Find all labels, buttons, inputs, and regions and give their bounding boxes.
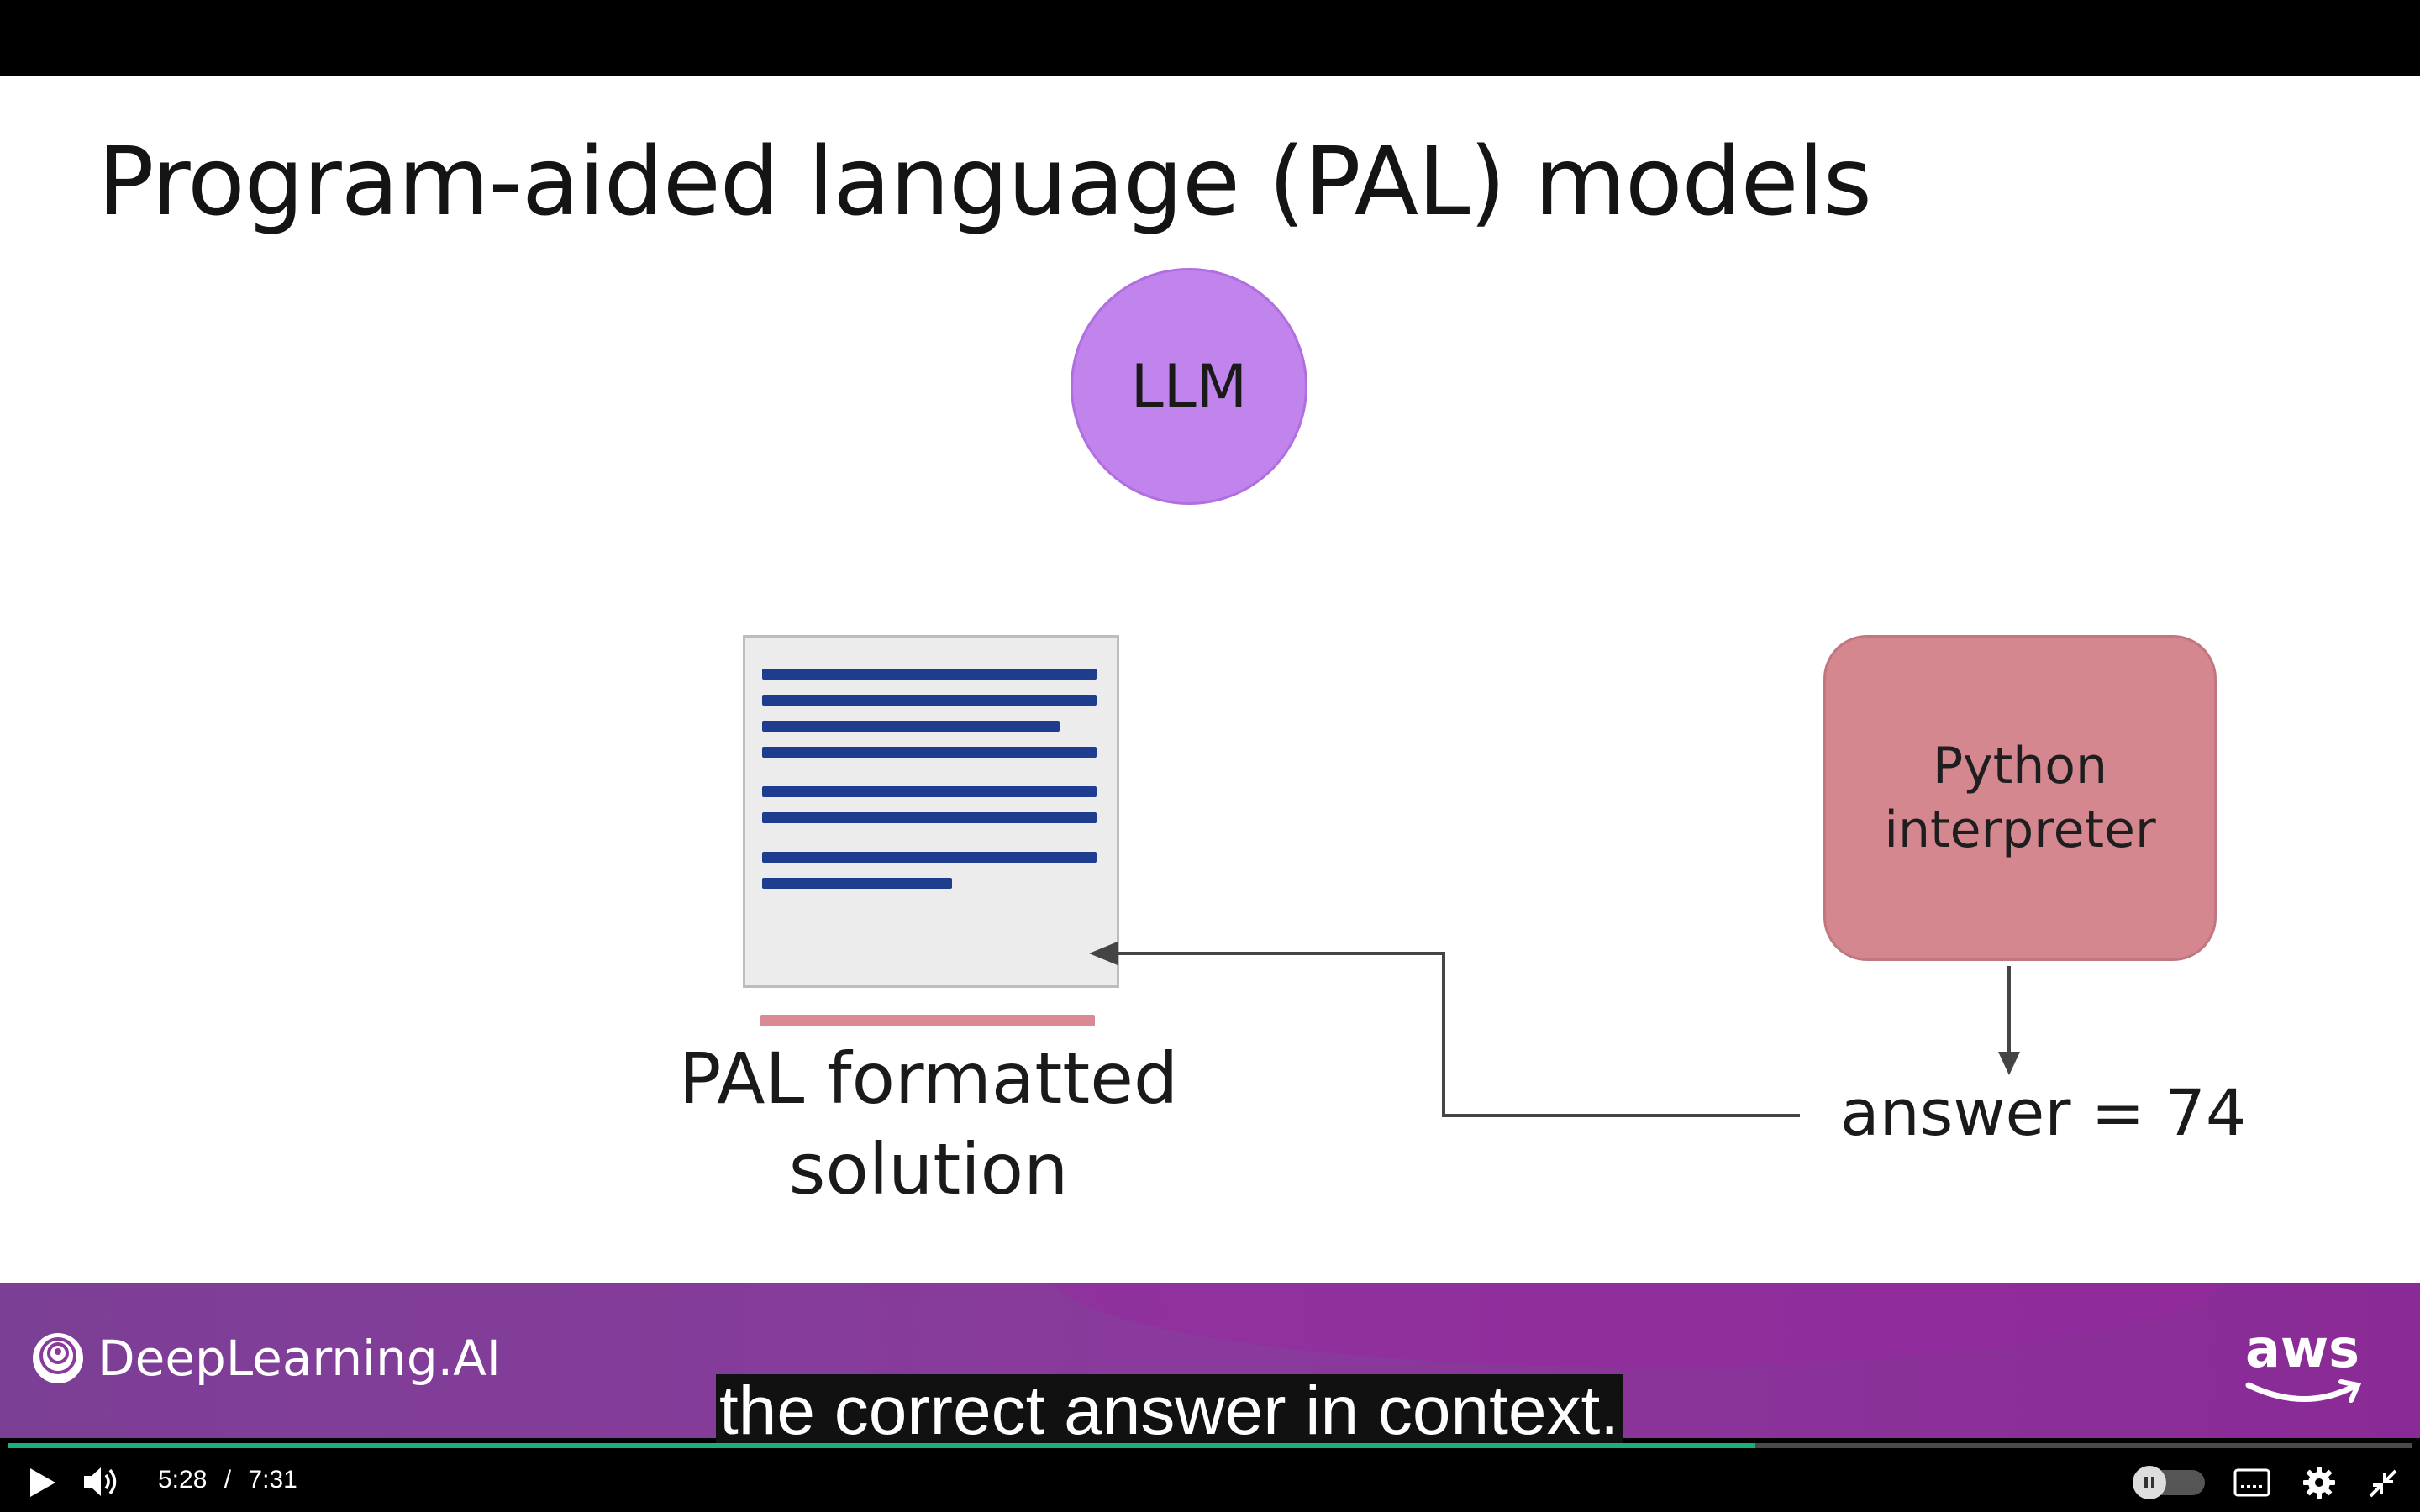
pause-icon xyxy=(2144,1477,2154,1488)
progress-fill xyxy=(8,1443,1756,1448)
video-slide: Program-aided language (PAL) models LLM … xyxy=(0,76,2420,1283)
left-arrowhead xyxy=(1089,942,1118,965)
player-controls xyxy=(0,1438,2420,1512)
time-display: 5:28 / 7:31 xyxy=(158,1466,297,1494)
down-arrowhead xyxy=(1998,1052,2020,1075)
top-letterbox xyxy=(0,0,2420,76)
subtitle-caption: the correct answer in context. xyxy=(716,1374,1623,1448)
deeplearning-logo: DeepLearning.AI xyxy=(30,1330,501,1387)
autoplay-toggle[interactable] xyxy=(2133,1466,2205,1499)
captions-icon[interactable] xyxy=(2233,1468,2270,1497)
brand-name: DeepLearning.AI xyxy=(97,1330,501,1387)
volume-icon[interactable] xyxy=(82,1465,119,1499)
footer-swoosh xyxy=(1050,1283,2227,1367)
connector-arrows xyxy=(1089,942,2020,1117)
aws-smile-icon xyxy=(2245,1379,2362,1403)
pause-toggle-icon xyxy=(2133,1466,2166,1499)
time-separator: / xyxy=(224,1466,232,1494)
settings-icon[interactable] xyxy=(2302,1466,2336,1499)
answer-to-doc-arrow xyxy=(1111,952,1800,1117)
aws-logo-text: aws xyxy=(2245,1318,2360,1379)
exit-fullscreen-icon[interactable] xyxy=(2368,1468,2398,1499)
play-icon[interactable] xyxy=(27,1467,57,1499)
progress-bar[interactable] xyxy=(8,1443,2412,1448)
deeplearning-logo-icon xyxy=(33,1333,83,1383)
current-time: 5:28 xyxy=(158,1466,208,1494)
duration: 7:31 xyxy=(248,1466,297,1494)
